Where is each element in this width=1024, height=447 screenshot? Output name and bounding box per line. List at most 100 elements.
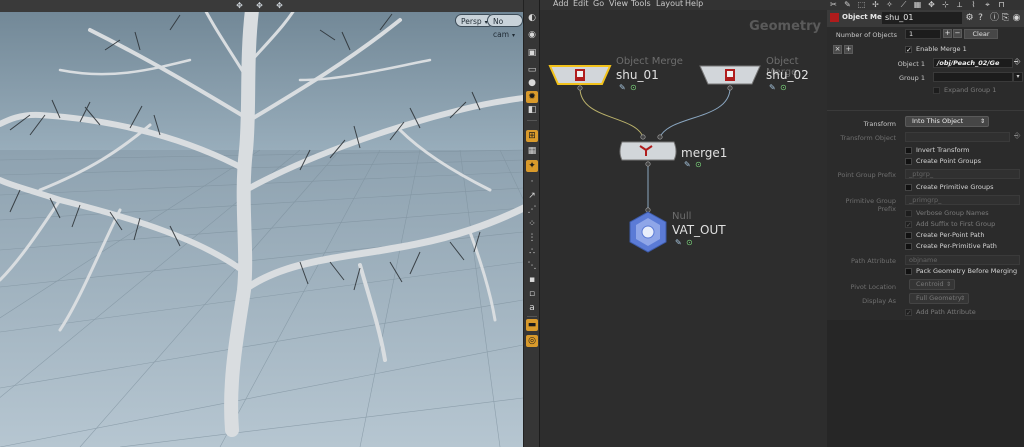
help-icon[interactable]: ? — [975, 12, 986, 24]
normal-icon[interactable]: ↗ — [526, 190, 538, 202]
display-flag-icon[interactable]: ⊙ — [780, 83, 787, 92]
scene-viewport[interactable]: ✥ ✥ ✥ Persp ▾ No cam ▾ — [0, 0, 523, 447]
point-icon[interactable]: · — [526, 176, 538, 188]
display-flag-icon[interactable]: ⊙ — [686, 238, 693, 247]
grid-icon[interactable]: ▦ — [526, 145, 538, 157]
uv-icon[interactable]: ⋱ — [526, 260, 538, 272]
node-vat-out[interactable] — [629, 207, 667, 253]
enable-merge-checkbox[interactable]: ✓ — [905, 46, 912, 54]
verbose-group-names-checkbox[interactable] — [905, 210, 912, 217]
transform-menu[interactable]: Into This Object ⇕ — [905, 116, 989, 127]
add-object-button[interactable]: + — [943, 29, 952, 38]
ghost-icon[interactable]: ◐ — [526, 12, 538, 24]
add-path-attribute-checkbox[interactable]: ✓ — [905, 309, 912, 317]
transform-object-field[interactable] — [905, 132, 1010, 142]
snap-icon[interactable]: ⊞ — [526, 130, 538, 142]
cube-icon[interactable]: ▪ — [526, 274, 538, 286]
input-connector[interactable] — [657, 134, 663, 140]
expand-group-checkbox[interactable] — [933, 87, 940, 94]
link-icon[interactable]: ⎘ — [1000, 12, 1011, 24]
create-per-primitive-path-checkbox[interactable] — [905, 243, 912, 250]
create-primitive-groups-checkbox[interactable] — [905, 184, 912, 191]
node-name-label[interactable]: merge1 — [681, 146, 727, 160]
display-flag-icon[interactable]: ⊙ — [695, 160, 702, 169]
node-shu01[interactable] — [548, 65, 612, 91]
pin-icon[interactable]: ✢ — [870, 0, 881, 10]
snap-icon[interactable]: ⌖ — [982, 0, 993, 10]
primitive-group-prefix-field[interactable]: _primgrp_ — [905, 195, 1020, 205]
group1-field[interactable] — [933, 72, 1013, 82]
bypass-flag-icon[interactable]: ✎ — [684, 160, 691, 169]
point-group-prefix-field[interactable]: _ptgrp_ — [905, 169, 1020, 179]
transform-icon[interactable]: ⊹ — [940, 0, 951, 10]
light-icon[interactable]: ✹ — [526, 91, 538, 103]
tool-icon[interactable]: ✧ — [884, 0, 895, 10]
clear-button[interactable]: Clear — [964, 29, 998, 39]
create-point-groups-checkbox[interactable] — [905, 158, 912, 165]
measure-icon[interactable]: ⟂ — [954, 0, 965, 10]
paint-icon[interactable]: ✎ — [842, 0, 853, 10]
network-editor[interactable]: Add Edit Go View Tools Layout Help Geome… — [540, 0, 827, 447]
output-connector[interactable] — [727, 85, 733, 91]
number-of-objects-field[interactable]: 1 — [905, 29, 941, 39]
edge-icon[interactable]: ⋮ — [526, 232, 538, 244]
remove-object-button[interactable]: − — [953, 29, 962, 38]
node-merge1[interactable] — [619, 134, 677, 167]
scissors-icon[interactable]: ✂ — [828, 0, 839, 10]
node-name-label[interactable]: VAT_OUT — [672, 223, 726, 237]
remove-entry-button[interactable]: × — [833, 45, 842, 54]
cam-menu[interactable]: No cam ▾ — [487, 14, 523, 39]
pack-geometry-checkbox[interactable] — [905, 268, 912, 275]
magnet-icon[interactable]: ⊓ — [996, 0, 1007, 10]
node-chooser-icon[interactable]: ⎆ — [1014, 131, 1020, 141]
node-name-label[interactable]: shu_02 — [766, 68, 809, 82]
bypass-flag-icon[interactable]: ✎ — [619, 83, 626, 92]
output-connector[interactable] — [645, 161, 651, 167]
pivot-location-menu[interactable]: Centroid ⇕ — [909, 279, 955, 290]
sculpt-icon[interactable]: ⌇ — [968, 0, 979, 10]
select-icon[interactable]: ⬚ — [856, 0, 867, 10]
node-chooser-icon[interactable]: ⎆ — [1014, 57, 1020, 67]
input-connector[interactable] — [640, 134, 646, 140]
create-point-groups-label: Create Point Groups — [916, 157, 982, 165]
sphere-icon[interactable]: ● — [526, 77, 538, 89]
select-icon[interactable]: ✥ — [234, 1, 245, 11]
flipbook-icon[interactable]: ◎ — [526, 335, 538, 347]
invert-transform-checkbox[interactable] — [905, 147, 912, 154]
render-icon[interactable]: ✦ — [526, 160, 538, 172]
path-attribute-field[interactable]: objname — [905, 255, 1020, 265]
node-name-label[interactable]: shu_01 — [616, 68, 659, 82]
display-flag-icon[interactable]: ⊙ — [630, 83, 637, 92]
create-per-primitive-path-label: Create Per-Primitive Path — [916, 242, 997, 250]
handle-icon[interactable]: ✥ — [926, 0, 937, 10]
output-connector[interactable] — [577, 85, 583, 91]
display-as-menu[interactable]: Full Geometry ⇕ — [909, 293, 969, 304]
create-per-point-path-checkbox[interactable] — [905, 232, 912, 239]
add-suffix-checkbox[interactable]: ✓ — [905, 221, 912, 229]
info-icon[interactable]: ⓘ — [989, 12, 1000, 24]
frame-icon[interactable]: ▫ — [526, 288, 538, 300]
vertex-icon[interactable]: ⁘ — [526, 218, 538, 230]
pin-icon[interactable]: ◉ — [1011, 12, 1022, 24]
rotate-icon[interactable]: ✥ — [274, 1, 285, 11]
group-menu-button[interactable]: ▾ — [1013, 72, 1023, 82]
gear-icon[interactable]: ⚙ — [964, 12, 975, 24]
node-shu02[interactable] — [699, 65, 761, 91]
grid-icon[interactable]: ▦ — [912, 0, 923, 10]
add-entry-button[interactable]: + — [844, 45, 853, 54]
eye-icon[interactable]: ◉ — [526, 29, 538, 41]
wire-icon[interactable]: ⋰ — [526, 204, 538, 216]
shading-icon[interactable]: ◧ — [526, 104, 538, 116]
move-icon[interactable]: ✥ — [254, 1, 265, 11]
display-icon[interactable]: ▭ — [526, 64, 538, 76]
prim-icon[interactable]: ∴ — [526, 246, 538, 258]
camera-icon[interactable]: ▬ — [526, 319, 538, 331]
bypass-flag-icon[interactable]: ✎ — [675, 238, 682, 247]
lock-icon[interactable]: ▣ — [526, 47, 538, 59]
node-name-field[interactable]: shu_01 — [882, 12, 962, 24]
bypass-flag-icon[interactable]: ✎ — [769, 83, 776, 92]
edge-icon[interactable]: ⟋ — [898, 0, 909, 10]
object1-field[interactable]: /obj/Peach_02/Ge — [933, 58, 1013, 68]
toolbar-separator — [527, 316, 537, 317]
text-icon[interactable]: a — [526, 302, 538, 314]
